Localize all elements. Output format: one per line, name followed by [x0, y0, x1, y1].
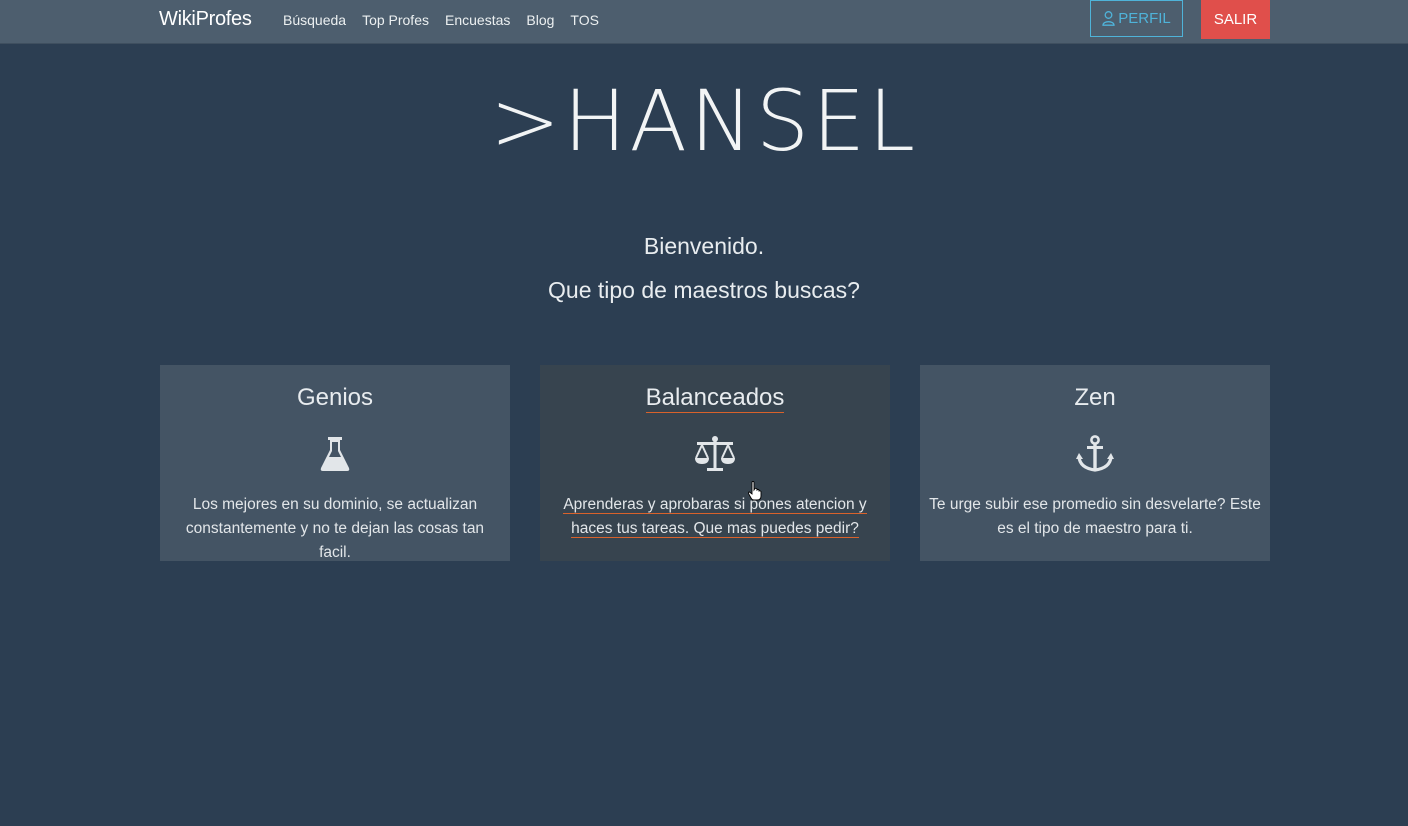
card-title-text: Balanceados	[645, 384, 785, 413]
nav-link-blog[interactable]: Blog	[526, 12, 554, 28]
user-icon	[1102, 11, 1115, 26]
card-title-text: Genios	[296, 384, 374, 411]
salir-button[interactable]: SALIR	[1201, 0, 1270, 39]
brand-logo[interactable]: WikiProfes	[159, 8, 252, 31]
nav-link-encuestas[interactable]: Encuestas	[445, 12, 510, 28]
salir-label: SALIR	[1213, 11, 1258, 28]
nav-link-top-profes[interactable]: Top Profes	[362, 12, 429, 28]
anchor-icon	[1076, 435, 1114, 472]
card-title: Balanceados	[540, 384, 890, 413]
perfil-button[interactable]: PERFIL	[1090, 0, 1183, 37]
card-description: Te urge subir ese promedio sin desvelart…	[929, 496, 1261, 537]
nav-link-busqueda[interactable]: Búsqueda	[283, 12, 346, 28]
perfil-label: PERFIL	[1118, 10, 1171, 27]
balance-scale-icon	[695, 436, 735, 471]
navbar: WikiProfes Búsqueda Top Profes Encuestas…	[0, 0, 1408, 44]
flask-icon	[320, 437, 350, 471]
card-description: Aprenderas y aprobaras si pones atencion…	[548, 493, 882, 541]
welcome-text: Bienvenido.	[643, 233, 765, 259]
card-balanceados[interactable]: Balanceados Aprenderas y aprobaras si po…	[540, 365, 890, 561]
nav-links: Búsqueda Top Profes Encuestas Blog TOS	[283, 12, 599, 28]
card-title-text: Zen	[1074, 384, 1116, 411]
hand-cursor-icon	[748, 481, 762, 501]
question-text: Que tipo de maestros buscas?	[548, 277, 860, 303]
card-zen[interactable]: Zen Te urge subir ese promedio sin desve…	[920, 365, 1270, 561]
card-genios[interactable]: Genios Los mejores en su dominio, se act…	[160, 365, 510, 561]
page-title: >HANSEL	[489, 72, 919, 170]
card-title: Genios	[160, 384, 510, 412]
card-title: Zen	[920, 384, 1270, 412]
nav-link-tos[interactable]: TOS	[570, 12, 599, 28]
card-description: Los mejores en su dominio, se actualizan…	[185, 496, 485, 561]
card-description-text: Aprenderas y aprobaras si pones atencion…	[563, 496, 867, 538]
